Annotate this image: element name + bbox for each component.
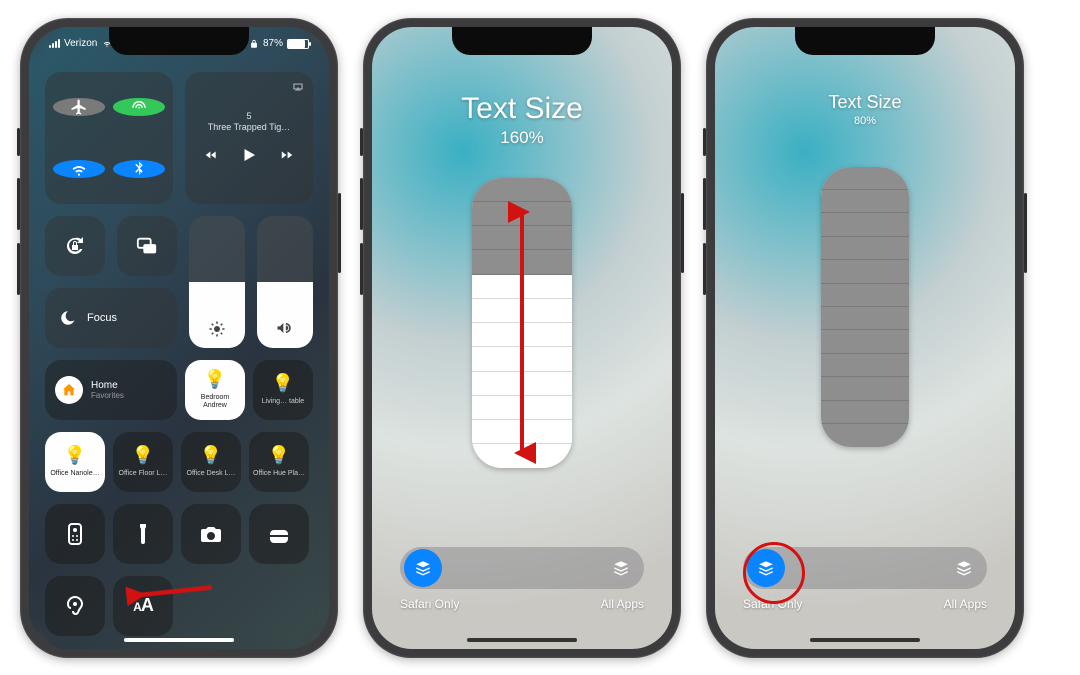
lightbulb-icon: 💡	[200, 445, 222, 466]
scope-all-apps-button[interactable]	[602, 549, 640, 587]
home-icon	[55, 376, 83, 404]
accessory-office-hue[interactable]: 💡 Office Hue Pla…	[249, 432, 309, 492]
stack-icon	[612, 559, 630, 577]
media-controls-tile[interactable]: 5 Three Trapped Tig…	[185, 72, 313, 204]
lock-icon	[249, 39, 259, 49]
phone-text-size-80: Text Size 80% Safari Only All Apps	[706, 18, 1024, 658]
forward-button[interactable]	[280, 148, 294, 162]
screen: Verizon 87%	[29, 27, 329, 649]
annotation-arrow-vertical	[508, 200, 536, 465]
orientation-lock-button[interactable]	[45, 216, 105, 276]
scope-label-right: All Apps	[601, 597, 644, 611]
phone-control-center: Verizon 87%	[20, 18, 338, 658]
cellular-data-toggle[interactable]	[113, 98, 165, 116]
phone-text-size-160: Text Size 160%	[363, 18, 681, 658]
stack-icon	[955, 559, 973, 577]
screen-mirroring-button[interactable]	[117, 216, 177, 276]
flashlight-button[interactable]	[113, 504, 173, 564]
accessory-office-nanoleaf[interactable]: 💡 Office Nanole…	[45, 432, 105, 492]
focus-label: Focus	[87, 312, 117, 324]
screen: Text Size 80% Safari Only All Apps	[715, 27, 1015, 649]
stack-icon	[414, 559, 432, 577]
scope-label-left: Safari Only	[400, 597, 459, 611]
media-line1: 5	[208, 111, 291, 122]
text-size-title: Text Size	[461, 92, 583, 126]
carrier-label: Verizon	[64, 38, 97, 49]
text-size-percent: 160%	[500, 128, 543, 148]
lightbulb-icon: 💡	[132, 445, 154, 466]
media-line2: Three Trapped Tig…	[208, 122, 291, 133]
scope-selector	[400, 547, 644, 589]
home-indicator[interactable]	[810, 638, 920, 642]
scope-safari-only-button[interactable]	[404, 549, 442, 587]
notch	[795, 27, 935, 55]
home-indicator[interactable]	[467, 638, 577, 642]
home-title: Home	[91, 380, 124, 391]
connectivity-tile	[45, 72, 173, 204]
notch	[452, 27, 592, 55]
rewind-button[interactable]	[204, 148, 218, 162]
scope-all-apps-button[interactable]	[945, 549, 983, 587]
accessory-living[interactable]: 💡 Living… table	[253, 360, 313, 420]
text-size-slider[interactable]	[821, 167, 909, 447]
moon-icon	[59, 309, 77, 327]
camera-button[interactable]	[181, 504, 241, 564]
text-size-title: Text Size	[828, 92, 901, 113]
lightbulb-icon: 💡	[64, 445, 86, 466]
notch	[109, 27, 249, 55]
lightbulb-icon: 💡	[204, 369, 226, 390]
airplay-icon[interactable]	[291, 80, 305, 94]
wifi-toggle[interactable]	[53, 160, 105, 178]
airplane-mode-toggle[interactable]	[53, 98, 105, 116]
text-size-percent: 80%	[854, 115, 876, 127]
hearing-button[interactable]	[45, 576, 105, 636]
brightness-icon	[208, 320, 226, 338]
volume-icon	[275, 318, 295, 338]
accessory-office-floor[interactable]: 💡 Office Floor L…	[113, 432, 173, 492]
accessory-office-desk[interactable]: 💡 Office Desk L…	[181, 432, 241, 492]
play-button[interactable]	[240, 146, 258, 164]
apple-tv-remote-button[interactable]	[45, 504, 105, 564]
focus-button[interactable]: Focus	[45, 288, 177, 348]
battery-icon	[287, 39, 309, 49]
battery-pct: 87%	[263, 38, 283, 49]
lightbulb-icon: 💡	[272, 373, 294, 394]
home-subtitle: Favorites	[91, 391, 124, 400]
lightbulb-icon: 💡	[268, 445, 290, 466]
wallet-button[interactable]	[249, 504, 309, 564]
signal-icon	[49, 39, 60, 48]
volume-slider[interactable]	[257, 216, 313, 348]
screen: Text Size 160%	[372, 27, 672, 649]
accessory-bedroom[interactable]: 💡 Bedroom Andrew	[185, 360, 245, 420]
scope-label-right: All Apps	[944, 597, 987, 611]
home-indicator[interactable]	[124, 638, 234, 642]
brightness-slider[interactable]	[189, 216, 245, 348]
annotation-circle	[743, 542, 805, 604]
home-favorites-tile[interactable]: Home Favorites	[45, 360, 177, 420]
bluetooth-toggle[interactable]	[113, 160, 165, 178]
